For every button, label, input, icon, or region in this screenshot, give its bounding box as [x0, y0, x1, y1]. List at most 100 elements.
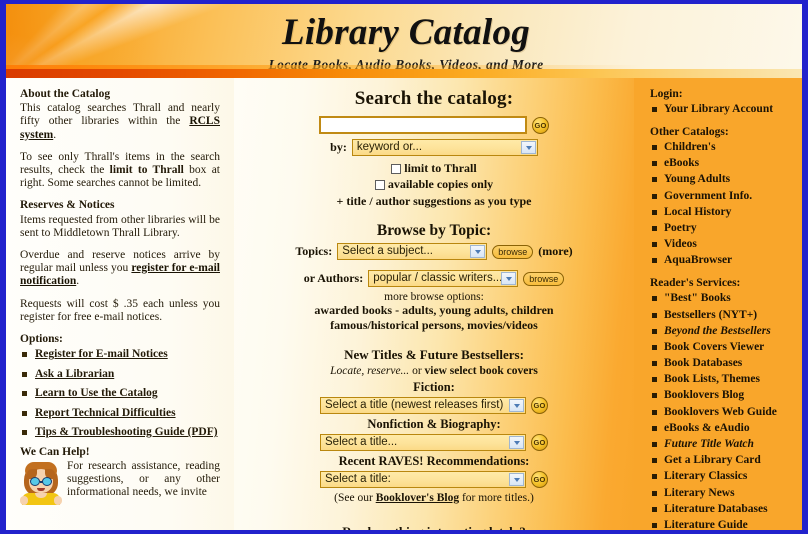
bullet-square-icon [652, 225, 657, 231]
right-sidebar: Login: Your Library Account Other Catalo… [634, 78, 802, 530]
bullet-square-icon [652, 312, 657, 318]
sidebar-item-book-lists-themes[interactable]: Book Lists, Themes [650, 373, 796, 386]
search-by-label: by: [330, 140, 347, 154]
topics-browse-button[interactable]: browse [492, 244, 534, 259]
catalog-item-label: Children's [664, 141, 716, 153]
fiction-value: Select a title (newest releases first) [325, 399, 504, 411]
service-item-label: Literature Guide [664, 518, 748, 530]
sidebar-item-best-books[interactable]: "Best" Books [650, 292, 796, 305]
sidebar-item-government-info[interactable]: Government Info. [650, 190, 796, 203]
service-item-label: Literary News [664, 486, 735, 499]
bullet-square-icon [652, 425, 657, 431]
option-register-email[interactable]: Register for E-mail Notices [20, 348, 220, 361]
available-copies-checkbox[interactable] [374, 179, 385, 190]
browse-authors-row: or Authors: popular / classic writers...… [234, 270, 634, 287]
authors-browse-button[interactable]: browse [523, 271, 565, 286]
other-catalogs-heading: Other Catalogs: [650, 126, 729, 138]
service-item-label: eBooks & eAudio [664, 421, 750, 434]
search-heading: Search the catalog: [354, 88, 514, 109]
search-by-select[interactable]: keyword or... [351, 139, 538, 156]
main-body: About the Catalog This catalog searches … [6, 78, 802, 530]
option-report-difficulties[interactable]: Report Technical Difficulties [20, 407, 220, 420]
topics-select[interactable]: Select a subject... [337, 243, 488, 260]
raves-select[interactable]: Select a title: [320, 471, 526, 488]
service-item-label: Future Title Watch [664, 438, 754, 450]
blog-note-b: for more titles.) [459, 492, 534, 504]
sidebar-item-aquabrowser[interactable]: AquaBrowser [650, 254, 796, 267]
new-titles-subline: Locate, reserve... or view select book c… [234, 365, 634, 377]
sidebar-item-beyond-the-bestsellers[interactable]: Beyond the Bestsellers [650, 325, 796, 338]
fiction-go-button[interactable]: GO [531, 397, 548, 414]
sidebar-item-videos[interactable]: Videos [650, 238, 796, 251]
login-list: Your Library Account [650, 103, 796, 116]
sidebar-item-future-title-watch[interactable]: Future Title Watch [650, 438, 796, 451]
sidebar-item-literature-guide[interactable]: Literature Guide [650, 519, 796, 530]
bullet-square-icon [652, 296, 657, 302]
search-input[interactable] [319, 116, 527, 134]
page-root: Library Catalog Locate Books, Audio Book… [6, 4, 802, 530]
option-learn-catalog[interactable]: Learn to Use the Catalog [20, 387, 220, 400]
authors-select[interactable]: popular / classic writers... [368, 270, 519, 287]
catalog-item-label: Young Adults [664, 173, 731, 186]
sidebar-item-book-covers-viewer[interactable]: Book Covers Viewer [650, 341, 796, 354]
sidebar-item-bestsellers-nyt[interactable]: Bestsellers (NYT+) [650, 309, 796, 322]
sidebar-item-childrens[interactable]: Children's [650, 141, 796, 154]
view-book-covers-link[interactable]: view select book covers [425, 365, 538, 377]
more-browse-line-2[interactable]: famous/historical persons, movies/videos [234, 318, 634, 333]
sidebar-item-booklovers-web-guide[interactable]: Booklovers Web Guide [650, 406, 796, 419]
librarian-character-icon [20, 460, 62, 505]
service-item-label: Bestsellers (NYT+) [664, 308, 758, 321]
sidebar-item-literary-classics[interactable]: Literary Classics [650, 470, 796, 483]
page-title: Library Catalog [281, 12, 531, 53]
bullet-square-icon [652, 328, 657, 334]
readers-services-list: "Best" Books Bestsellers (NYT+) Beyond t… [650, 292, 796, 530]
option-tips-troubleshooting[interactable]: Tips & Troubleshooting Guide (PDF) [20, 426, 220, 439]
option-label: Ask a Librarian [35, 367, 115, 380]
bullet-square-icon [652, 209, 657, 215]
nonfiction-value: Select a title... [325, 436, 398, 448]
banner-title-block: Library Catalog Locate Books, Audio Book… [226, 4, 586, 73]
bullet-square-icon [652, 377, 657, 383]
booklovers-blog-link[interactable]: Booklover's Blog [376, 492, 459, 504]
option-label: Tips & Troubleshooting Guide (PDF) [35, 426, 218, 439]
bullet-square-icon [652, 458, 657, 464]
suggestions-link[interactable]: + title / author suggestions as you type [234, 194, 634, 209]
sidebar-item-local-history[interactable]: Local History [650, 206, 796, 219]
authors-value: popular / classic writers... [373, 272, 503, 284]
catalog-item-label: eBooks [664, 157, 700, 170]
sidebar-item-get-library-card[interactable]: Get a Library Card [650, 454, 796, 467]
sidebar-item-book-databases[interactable]: Book Databases [650, 357, 796, 370]
raves-go-button[interactable]: GO [531, 471, 548, 488]
we-can-help-heading: We Can Help! [20, 445, 90, 458]
search-go-button[interactable]: GO [532, 116, 549, 134]
reserves-p2-text-b: . [76, 275, 80, 288]
sidebar-item-library-account[interactable]: Your Library Account [650, 103, 796, 116]
bullet-square-icon [22, 410, 27, 416]
sidebar-item-literary-news[interactable]: Literary News [650, 487, 796, 500]
available-copies-row: available copies only [234, 177, 634, 192]
topics-more-link[interactable]: (more) [538, 244, 572, 259]
sidebar-item-young-adults[interactable]: Young Adults [650, 173, 796, 186]
login-heading: Login: [650, 88, 683, 100]
more-browse-line-1[interactable]: awarded books - adults, young adults, ch… [234, 303, 634, 318]
bullet-square-icon [652, 393, 657, 399]
bullet-square-icon [652, 242, 657, 248]
limit-to-thrall-emphasis: limit to Thrall [109, 164, 184, 177]
sidebar-item-ebooks[interactable]: eBooks [650, 157, 796, 170]
fiction-select[interactable]: Select a title (newest releases first) [320, 397, 526, 414]
bullet-square-icon [652, 474, 657, 480]
bullet-square-icon [22, 430, 27, 436]
sidebar-item-literature-databases[interactable]: Literature Databases [650, 503, 796, 516]
option-ask-librarian[interactable]: Ask a Librarian [20, 368, 220, 381]
nonfiction-go-button[interactable]: GO [531, 434, 548, 451]
sidebar-item-booklovers-blog[interactable]: Booklovers Blog [650, 389, 796, 402]
more-browse-options-label: more browse options: [384, 291, 484, 303]
login-item-label: Your Library Account [664, 103, 774, 115]
limit-to-thrall-checkbox[interactable] [391, 163, 402, 174]
bullet-square-icon [652, 107, 657, 112]
raves-value: Select a title: [325, 473, 391, 485]
sidebar-item-poetry[interactable]: Poetry [650, 222, 796, 235]
sidebar-item-ebooks-eaudio[interactable]: eBooks & eAudio [650, 422, 796, 435]
bullet-square-icon [22, 391, 27, 397]
nonfiction-select[interactable]: Select a title... [320, 434, 526, 451]
